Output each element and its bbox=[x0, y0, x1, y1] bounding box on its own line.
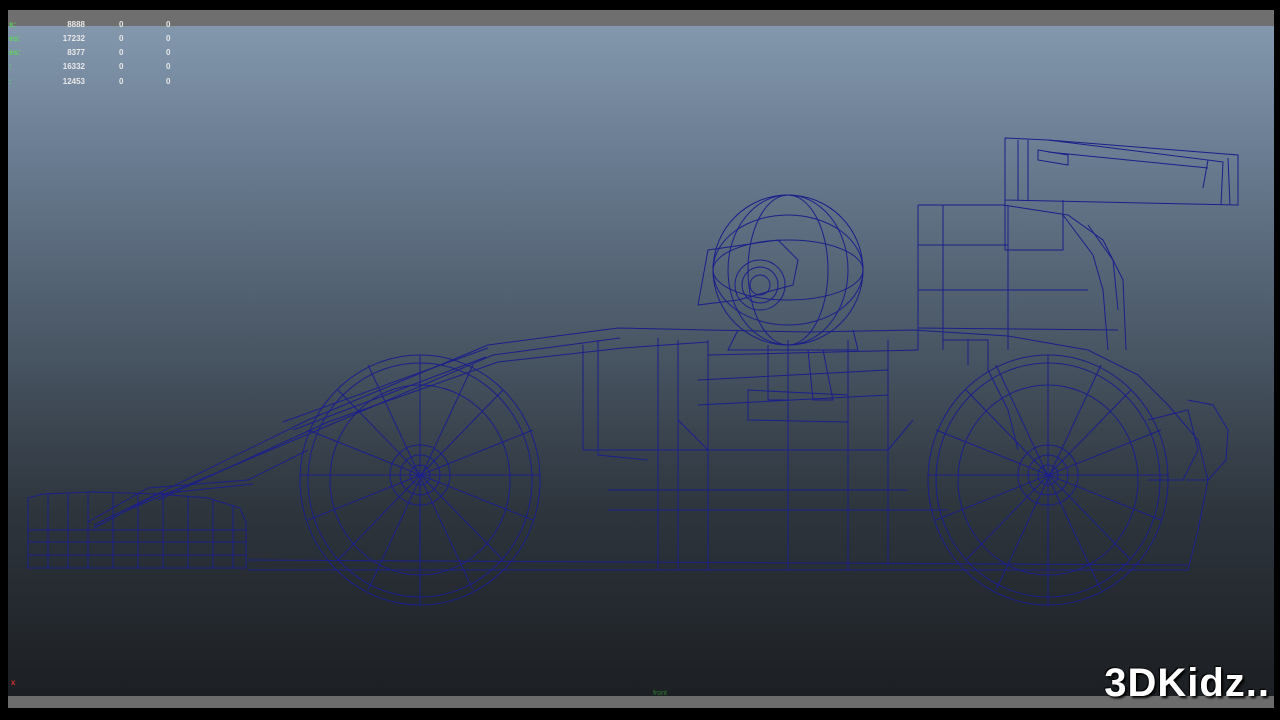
window-frame-bottom bbox=[0, 708, 1280, 720]
rear-wheel bbox=[927, 354, 1169, 606]
hud-row-label: : bbox=[9, 77, 12, 86]
hud-row-triangles: 0 bbox=[166, 20, 171, 29]
hud-row-label: es: bbox=[9, 34, 21, 43]
race-car-wireframe[interactable] bbox=[8, 10, 1274, 708]
hud-row-triangles: 0 bbox=[166, 77, 171, 86]
hud-row-value: 16332 bbox=[62, 62, 85, 71]
front-wheel bbox=[299, 354, 541, 606]
hud-row: es: 8377 0 0 bbox=[8, 48, 188, 58]
hud-row-value: 12453 bbox=[62, 77, 85, 86]
axis-indicator: x bbox=[11, 678, 16, 687]
watermark-logo: 3DKidz.. bbox=[1104, 661, 1270, 705]
window-frame-top bbox=[0, 0, 1280, 10]
hud-row: s: 8888 0 0 bbox=[8, 20, 188, 30]
hud-row-label: es: bbox=[9, 48, 21, 57]
hud-row-value: 8377 bbox=[67, 48, 85, 57]
hud-row: : 12453 0 0 bbox=[8, 77, 188, 87]
window-frame-right bbox=[1274, 0, 1280, 720]
camera-name-label: front bbox=[653, 690, 668, 697]
hud-row-triangles: 0 bbox=[166, 62, 171, 71]
hud-row-value: 8888 bbox=[67, 20, 85, 29]
driver-helmet bbox=[712, 194, 864, 346]
3d-viewport[interactable]: s: 8888 0 0 es: 17232 0 0 es: 8377 0 0: 16332 0 0: 1245… bbox=[8, 10, 1274, 708]
car-wire-group bbox=[27, 137, 1239, 606]
hud-row-label: s: bbox=[9, 20, 17, 29]
hud-row: : 16332 0 0 bbox=[8, 62, 188, 72]
hud-row-selected: 0 bbox=[119, 48, 124, 57]
hud-row-selected: 0 bbox=[119, 77, 124, 86]
poly-count-hud: s: 8888 0 0 es: 17232 0 0 es: 8377 0 0: 16332 0 0: 1245… bbox=[8, 20, 188, 110]
car-body bbox=[93, 327, 1209, 571]
car-rear-wing bbox=[1004, 137, 1239, 206]
hud-row-label: : bbox=[9, 62, 12, 71]
hud-row-selected: 0 bbox=[119, 20, 124, 29]
hud-row: es: 17232 0 0 bbox=[8, 34, 188, 44]
hud-row-selected: 0 bbox=[119, 34, 124, 43]
hud-row-selected: 0 bbox=[119, 62, 124, 71]
window-frame-left bbox=[0, 0, 8, 720]
hud-row-triangles: 0 bbox=[166, 34, 171, 43]
hud-row-triangles: 0 bbox=[166, 48, 171, 57]
hud-row-value: 17232 bbox=[62, 34, 85, 43]
